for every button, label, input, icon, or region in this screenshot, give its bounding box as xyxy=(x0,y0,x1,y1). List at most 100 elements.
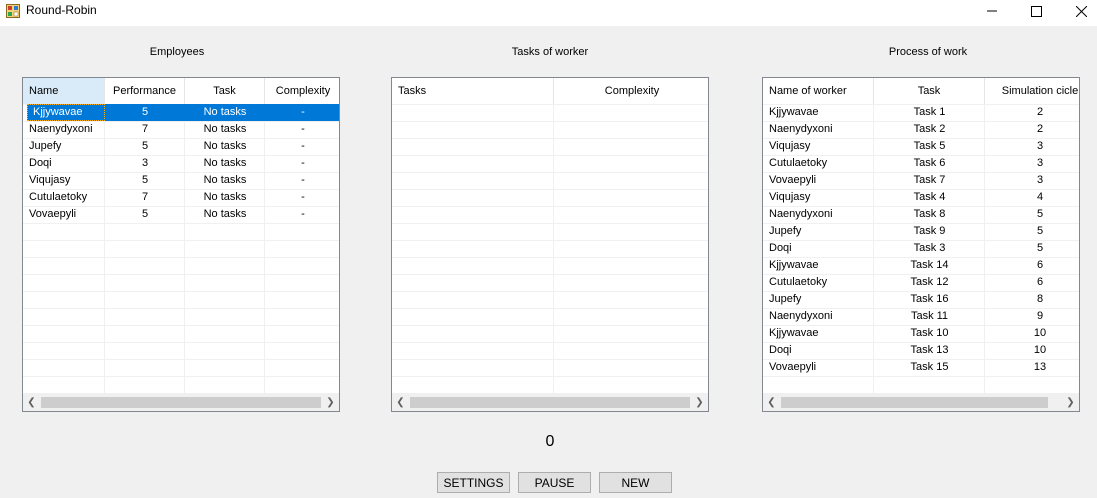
employees-label: Employees xyxy=(149,46,205,58)
table-row[interactable]: Kjjywavae Task 10 10 xyxy=(763,325,1079,342)
table-row[interactable]: Cutulaetoky Task 12 6 xyxy=(763,274,1079,291)
table-row[interactable]: Kjjywavae Task 14 6 xyxy=(763,257,1079,274)
process-hscrollbar[interactable]: ❮ ❯ xyxy=(763,394,1079,411)
grid-line xyxy=(392,138,708,139)
table-cell: Cutulaetoky xyxy=(769,157,828,169)
grid-line xyxy=(392,155,708,156)
table-row[interactable]: Jupefy Task 9 5 xyxy=(763,223,1079,240)
process-col-worker[interactable]: Name of worker xyxy=(763,78,874,104)
table-cell: Task 8 xyxy=(913,208,946,220)
scroll-left-icon[interactable]: ❮ xyxy=(392,394,409,411)
table-row[interactable]: Vovaepyli Task 7 3 xyxy=(763,172,1079,189)
table-row[interactable]: Viqujasy 5 No tasks - xyxy=(23,172,339,189)
tasks-col-complexity[interactable]: Complexity xyxy=(554,78,708,104)
grid-line xyxy=(763,376,1079,377)
grid-line xyxy=(23,223,339,224)
employees-listview[interactable]: Name Performance Task Complexity Kjjywav… xyxy=(22,77,340,412)
app-icon xyxy=(6,4,20,18)
tasks-col-tasks[interactable]: Tasks xyxy=(392,78,554,104)
table-row[interactable]: Naenydyxoni Task 2 2 xyxy=(763,121,1079,138)
table-cell: 5 xyxy=(1036,208,1044,220)
employees-col-complexity[interactable]: Complexity xyxy=(265,78,339,104)
table-row[interactable]: Vovaepyli Task 15 13 xyxy=(763,359,1079,376)
table-cell: Kjjywavae xyxy=(769,259,819,271)
table-cell: 6 xyxy=(1036,259,1044,271)
table-cell: No tasks xyxy=(203,140,247,152)
table-row[interactable]: Kjjywavae Task 1 2 xyxy=(763,104,1079,121)
new-button[interactable]: NEW xyxy=(599,472,672,493)
process-col-task[interactable]: Task xyxy=(874,78,985,104)
table-cell: Task 7 xyxy=(913,174,946,186)
table-row[interactable]: Viqujasy Task 5 3 xyxy=(763,138,1079,155)
tasks-listview[interactable]: Tasks Complexity ❮ ❯ xyxy=(391,77,709,412)
close-button[interactable] xyxy=(1058,0,1097,22)
table-cell: 3 xyxy=(1036,157,1044,169)
grid-line xyxy=(392,223,708,224)
table-cell: 10 xyxy=(1033,327,1047,339)
scroll-right-icon[interactable]: ❯ xyxy=(1062,394,1079,411)
table-cell: Task 6 xyxy=(913,157,946,169)
process-header: Name of worker Task Simulation cicle xyxy=(763,78,1079,104)
table-cell: 8 xyxy=(1036,293,1044,305)
scroll-right-icon[interactable]: ❯ xyxy=(322,394,339,411)
table-cell: 5 xyxy=(1036,225,1044,237)
table-cell: 13 xyxy=(1033,361,1047,373)
scroll-left-icon[interactable]: ❮ xyxy=(23,394,40,411)
simulation-counter: 0 xyxy=(545,433,555,450)
table-row[interactable]: Jupefy 5 No tasks - xyxy=(23,138,339,155)
table-cell: Task 16 xyxy=(910,293,949,305)
grid-line xyxy=(392,189,708,190)
table-row[interactable]: Viqujasy Task 4 4 xyxy=(763,189,1079,206)
table-cell: - xyxy=(301,123,305,135)
table-row[interactable]: Doqi 3 No tasks - xyxy=(23,155,339,172)
minimize-button[interactable] xyxy=(969,0,1015,22)
table-cell: Naenydyxoni xyxy=(769,310,833,322)
minimize-icon xyxy=(987,10,997,12)
scroll-thumb[interactable] xyxy=(41,397,321,408)
employees-col-performance[interactable]: Performance xyxy=(105,78,185,104)
table-row[interactable]: Jupefy Task 16 8 xyxy=(763,291,1079,308)
table-row[interactable]: Naenydyxoni Task 11 9 xyxy=(763,308,1079,325)
table-cell: Task 5 xyxy=(913,140,946,152)
grid-line xyxy=(392,274,708,275)
table-cell: Task 14 xyxy=(910,259,949,271)
table-row[interactable]: Doqi Task 3 5 xyxy=(763,240,1079,257)
table-row[interactable]: Kjjywavae 5 No tasks - xyxy=(27,104,339,121)
employees-col-task[interactable]: Task xyxy=(185,78,265,104)
table-row[interactable]: Naenydyxoni 7 No tasks - xyxy=(23,121,339,138)
table-row[interactable]: Vovaepyli 5 No tasks - xyxy=(23,206,339,223)
table-cell: 2 xyxy=(1036,123,1044,135)
scroll-left-icon[interactable]: ❮ xyxy=(763,394,780,411)
table-cell: Cutulaetoky xyxy=(769,276,828,288)
table-row[interactable]: Cutulaetoky Task 6 3 xyxy=(763,155,1079,172)
maximize-button[interactable] xyxy=(1013,0,1059,22)
employees-col-name[interactable]: Name xyxy=(23,78,105,104)
grid-line xyxy=(392,342,708,343)
table-cell: Jupefy xyxy=(769,225,802,237)
grid-line xyxy=(23,342,339,343)
grid-line xyxy=(392,240,708,241)
scroll-right-icon[interactable]: ❯ xyxy=(691,394,708,411)
tasks-hscrollbar[interactable]: ❮ ❯ xyxy=(392,394,708,411)
settings-button[interactable]: SETTINGS xyxy=(437,472,510,493)
grid-line xyxy=(23,291,339,292)
table-row[interactable]: Doqi Task 13 10 xyxy=(763,342,1079,359)
maximize-icon xyxy=(1030,5,1042,17)
scroll-thumb[interactable] xyxy=(781,397,1048,408)
table-row[interactable]: Cutulaetoky 7 No tasks - xyxy=(23,189,339,206)
table-row[interactable]: Naenydyxoni Task 8 5 xyxy=(763,206,1079,223)
grid-line xyxy=(23,376,339,377)
scroll-thumb[interactable] xyxy=(410,397,690,408)
process-col-cycle[interactable]: Simulation cicle xyxy=(985,78,1079,104)
table-cell: 7 xyxy=(141,191,149,203)
employees-hscrollbar[interactable]: ❮ ❯ xyxy=(23,394,339,411)
grid-line xyxy=(392,206,708,207)
process-listview[interactable]: Name of worker Task Simulation cicle Kjj… xyxy=(762,77,1080,412)
table-cell: 5 xyxy=(141,106,149,118)
table-cell: - xyxy=(301,106,305,118)
table-cell: 3 xyxy=(1036,140,1044,152)
pause-button[interactable]: PAUSE xyxy=(518,472,591,493)
table-cell: - xyxy=(301,208,305,220)
window-title: Round-Robin xyxy=(26,3,97,17)
grid-line xyxy=(392,257,708,258)
